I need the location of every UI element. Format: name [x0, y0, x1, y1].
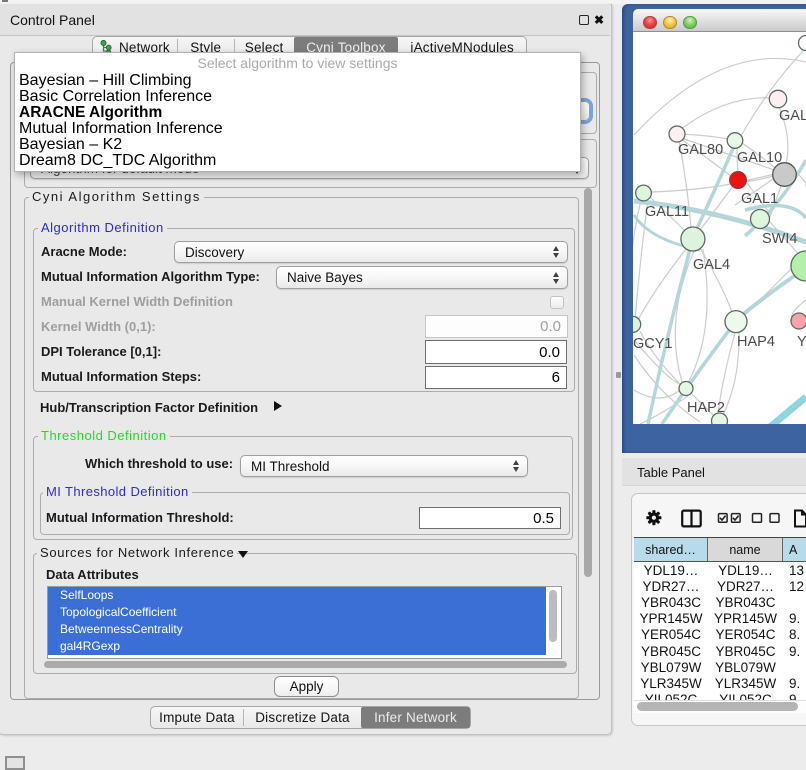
svg-text:GAL: GAL: [779, 108, 806, 124]
svg-text:GAL1: GAL1: [741, 191, 778, 207]
svg-text:Y: Y: [797, 334, 806, 350]
svg-text:GAL4: GAL4: [693, 257, 730, 273]
svg-text:GAL10: GAL10: [737, 150, 782, 166]
svg-text:GAL11: GAL11: [645, 204, 689, 220]
svg-text:HAP2: HAP2: [687, 400, 725, 416]
svg-text:HAP4: HAP4: [737, 334, 775, 350]
svg-text:SWI4: SWI4: [762, 231, 797, 247]
svg-text:GAL80: GAL80: [678, 142, 723, 158]
svg-text:GCY1: GCY1: [633, 336, 673, 352]
